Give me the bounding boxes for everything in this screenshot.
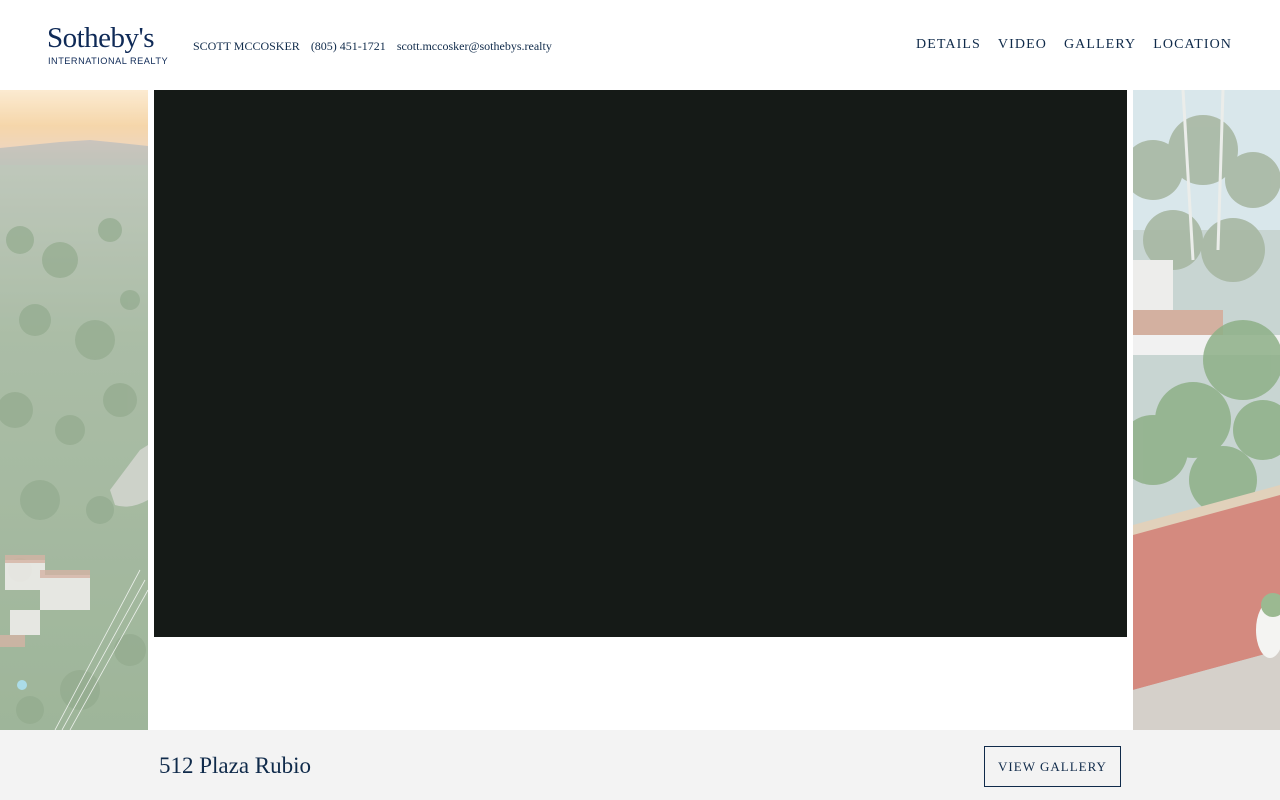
nav-video[interactable]: VIDEO [998, 36, 1047, 54]
right-photo-street-view[interactable] [1133, 90, 1280, 730]
sothebys-logo[interactable]: Sotheby's INTERNATIONAL REALTY [47, 22, 169, 68]
nav-gallery[interactable]: GALLERY [1064, 36, 1136, 54]
agent-phone[interactable]: (805) 451-1721 [311, 38, 386, 54]
video-player[interactable] [154, 90, 1127, 637]
nav-location[interactable]: LOCATION [1153, 36, 1232, 54]
listing-address: 512 Plaza Rubio [159, 753, 312, 778]
logo-wordmark: Sotheby's [47, 22, 155, 54]
aerial-photo-image [0, 90, 148, 730]
view-gallery-button[interactable]: VIEW GALLERY [984, 746, 1121, 787]
street-photo-image [1133, 90, 1280, 730]
left-photo-aerial-view[interactable] [0, 90, 148, 730]
nav-details[interactable]: DETAILS [916, 36, 981, 54]
agent-name: SCOTT MCCOSKER [193, 39, 300, 53]
main-nav: DETAILS VIDEO GALLERY LOCATION [916, 36, 1232, 54]
agent-email[interactable]: scott.mccosker@sothebys.realty [397, 38, 552, 54]
logo-subtitle: INTERNATIONAL REALTY [48, 56, 169, 66]
site-header: Sotheby's INTERNATIONAL REALTY SCOTT MCC… [0, 0, 1280, 90]
agent-contact: SCOTT MCCOSKER (805) 451-1721 scott.mcco… [193, 38, 552, 54]
video-spacer [148, 637, 1133, 730]
